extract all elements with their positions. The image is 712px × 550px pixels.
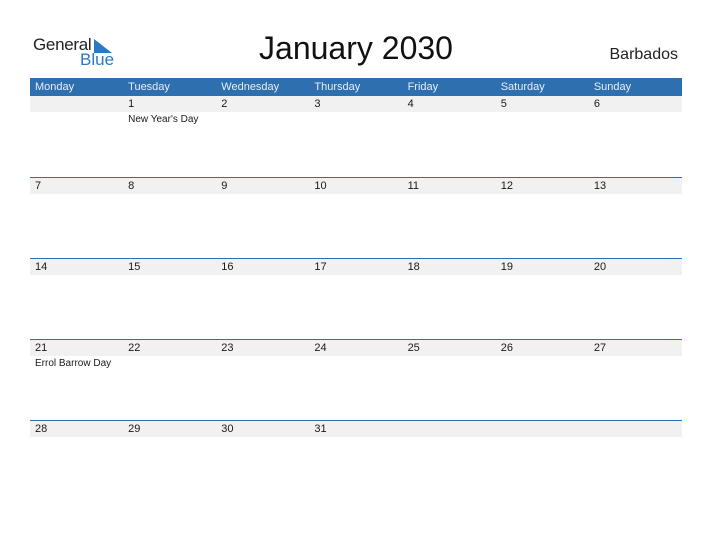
weekday-monday: Monday — [35, 81, 75, 93]
holiday-label — [309, 275, 402, 277]
country-label: Barbados — [609, 46, 679, 63]
day-number: 30 — [221, 423, 234, 435]
holiday-label — [403, 194, 496, 196]
week-row: 1 2 3 4 5 6 New Year's Day — [30, 96, 682, 177]
day-number: 29 — [128, 423, 141, 435]
day-number: 20 — [593, 261, 607, 273]
day-number: 6 — [593, 98, 600, 110]
day-number: 24 — [314, 342, 327, 354]
holiday-label — [589, 275, 682, 277]
events-row — [30, 437, 682, 439]
day-number: 9 — [221, 180, 228, 192]
calendar-title: January 2030 — [259, 30, 453, 66]
holiday-label — [216, 275, 309, 277]
day-number: 17 — [314, 261, 327, 273]
weekday-header: Monday Tuesday Wednesday Thursday Friday… — [30, 78, 682, 96]
week-row: 21 22 23 24 25 26 27 Errol Barrow Day — [30, 339, 682, 420]
day-number: 12 — [500, 180, 513, 192]
holiday-label — [496, 194, 589, 196]
holiday-label — [216, 112, 309, 125]
holiday-label — [216, 194, 309, 196]
holiday-label — [496, 112, 589, 125]
holiday-label — [589, 194, 682, 196]
holiday-label — [123, 275, 216, 277]
day-number — [30, 96, 123, 112]
holiday-label — [589, 356, 682, 369]
holiday-label — [403, 275, 496, 277]
holiday-label — [309, 112, 402, 125]
holiday-label — [309, 356, 402, 369]
day-number: 31 — [314, 423, 327, 435]
holiday-label — [589, 437, 682, 439]
holiday-label — [216, 437, 309, 439]
day-number: 4 — [407, 98, 414, 110]
day-number: 26 — [500, 342, 513, 354]
holiday-label — [30, 194, 123, 196]
day-number: 1 — [128, 98, 135, 110]
holiday-label — [496, 356, 589, 369]
holiday-label: New Year's Day — [128, 114, 199, 125]
holiday-label — [309, 437, 402, 439]
day-number: 14 — [35, 261, 48, 273]
day-number: 28 — [35, 423, 48, 435]
day-number: 5 — [500, 98, 507, 110]
day-number — [403, 421, 496, 437]
week-row: 7 8 9 10 11 12 13 — [30, 177, 682, 258]
day-number: 27 — [593, 342, 607, 354]
events-row — [30, 275, 682, 277]
day-number: 10 — [314, 180, 327, 192]
day-number-bar: 28 29 30 31 — [30, 421, 682, 437]
day-number: 22 — [128, 342, 141, 354]
holiday-label — [216, 356, 309, 369]
day-number: 3 — [314, 98, 321, 110]
holiday-label — [403, 112, 496, 125]
holiday-label — [30, 275, 123, 277]
day-number: 2 — [221, 98, 228, 110]
events-row — [30, 194, 682, 196]
holiday-label — [589, 112, 682, 125]
day-number: 19 — [500, 261, 513, 273]
weekday-wednesday: Wednesday — [221, 81, 280, 93]
weekday-saturday: Saturday — [500, 81, 545, 93]
day-number: 13 — [593, 180, 607, 192]
holiday-label — [496, 275, 589, 277]
weekday-tuesday: Tuesday — [128, 81, 170, 93]
day-number: 16 — [221, 261, 234, 273]
holiday-label — [123, 356, 216, 369]
holiday-label — [309, 194, 402, 196]
day-number: 15 — [128, 261, 141, 273]
day-number: 8 — [128, 180, 135, 192]
day-number-bar: 14 15 16 17 18 19 20 — [30, 259, 682, 275]
day-number-bar: 1 2 3 4 5 6 — [30, 96, 682, 112]
day-number — [589, 421, 682, 437]
holiday-label — [123, 194, 216, 196]
events-row: Errol Barrow Day — [30, 356, 682, 369]
day-number: 21 — [35, 342, 48, 354]
week-row: 14 15 16 17 18 19 20 — [30, 258, 682, 339]
day-number: 23 — [221, 342, 234, 354]
day-number: 18 — [407, 261, 420, 273]
holiday-label — [123, 437, 216, 439]
calendar-grid: Monday Tuesday Wednesday Thursday Friday… — [30, 78, 682, 501]
weekday-thursday: Thursday — [314, 81, 361, 93]
holiday-label: Errol Barrow Day — [35, 358, 112, 369]
holiday-label — [403, 437, 496, 439]
day-number-bar: 7 8 9 10 11 12 13 — [30, 178, 682, 194]
holiday-label — [30, 112, 123, 125]
holiday-label — [496, 437, 589, 439]
day-number-bar: 21 22 23 24 25 26 27 — [30, 340, 682, 356]
day-number — [496, 421, 589, 437]
day-number: 11 — [407, 180, 419, 192]
week-row: 28 29 30 31 — [30, 420, 682, 501]
holiday-label — [403, 356, 496, 369]
day-number: 25 — [407, 342, 420, 354]
holiday-label — [30, 437, 123, 439]
weekday-friday: Friday — [407, 81, 439, 93]
day-number: 7 — [35, 180, 42, 192]
events-row: New Year's Day — [30, 112, 682, 125]
weekday-sunday: Sunday — [593, 81, 632, 93]
